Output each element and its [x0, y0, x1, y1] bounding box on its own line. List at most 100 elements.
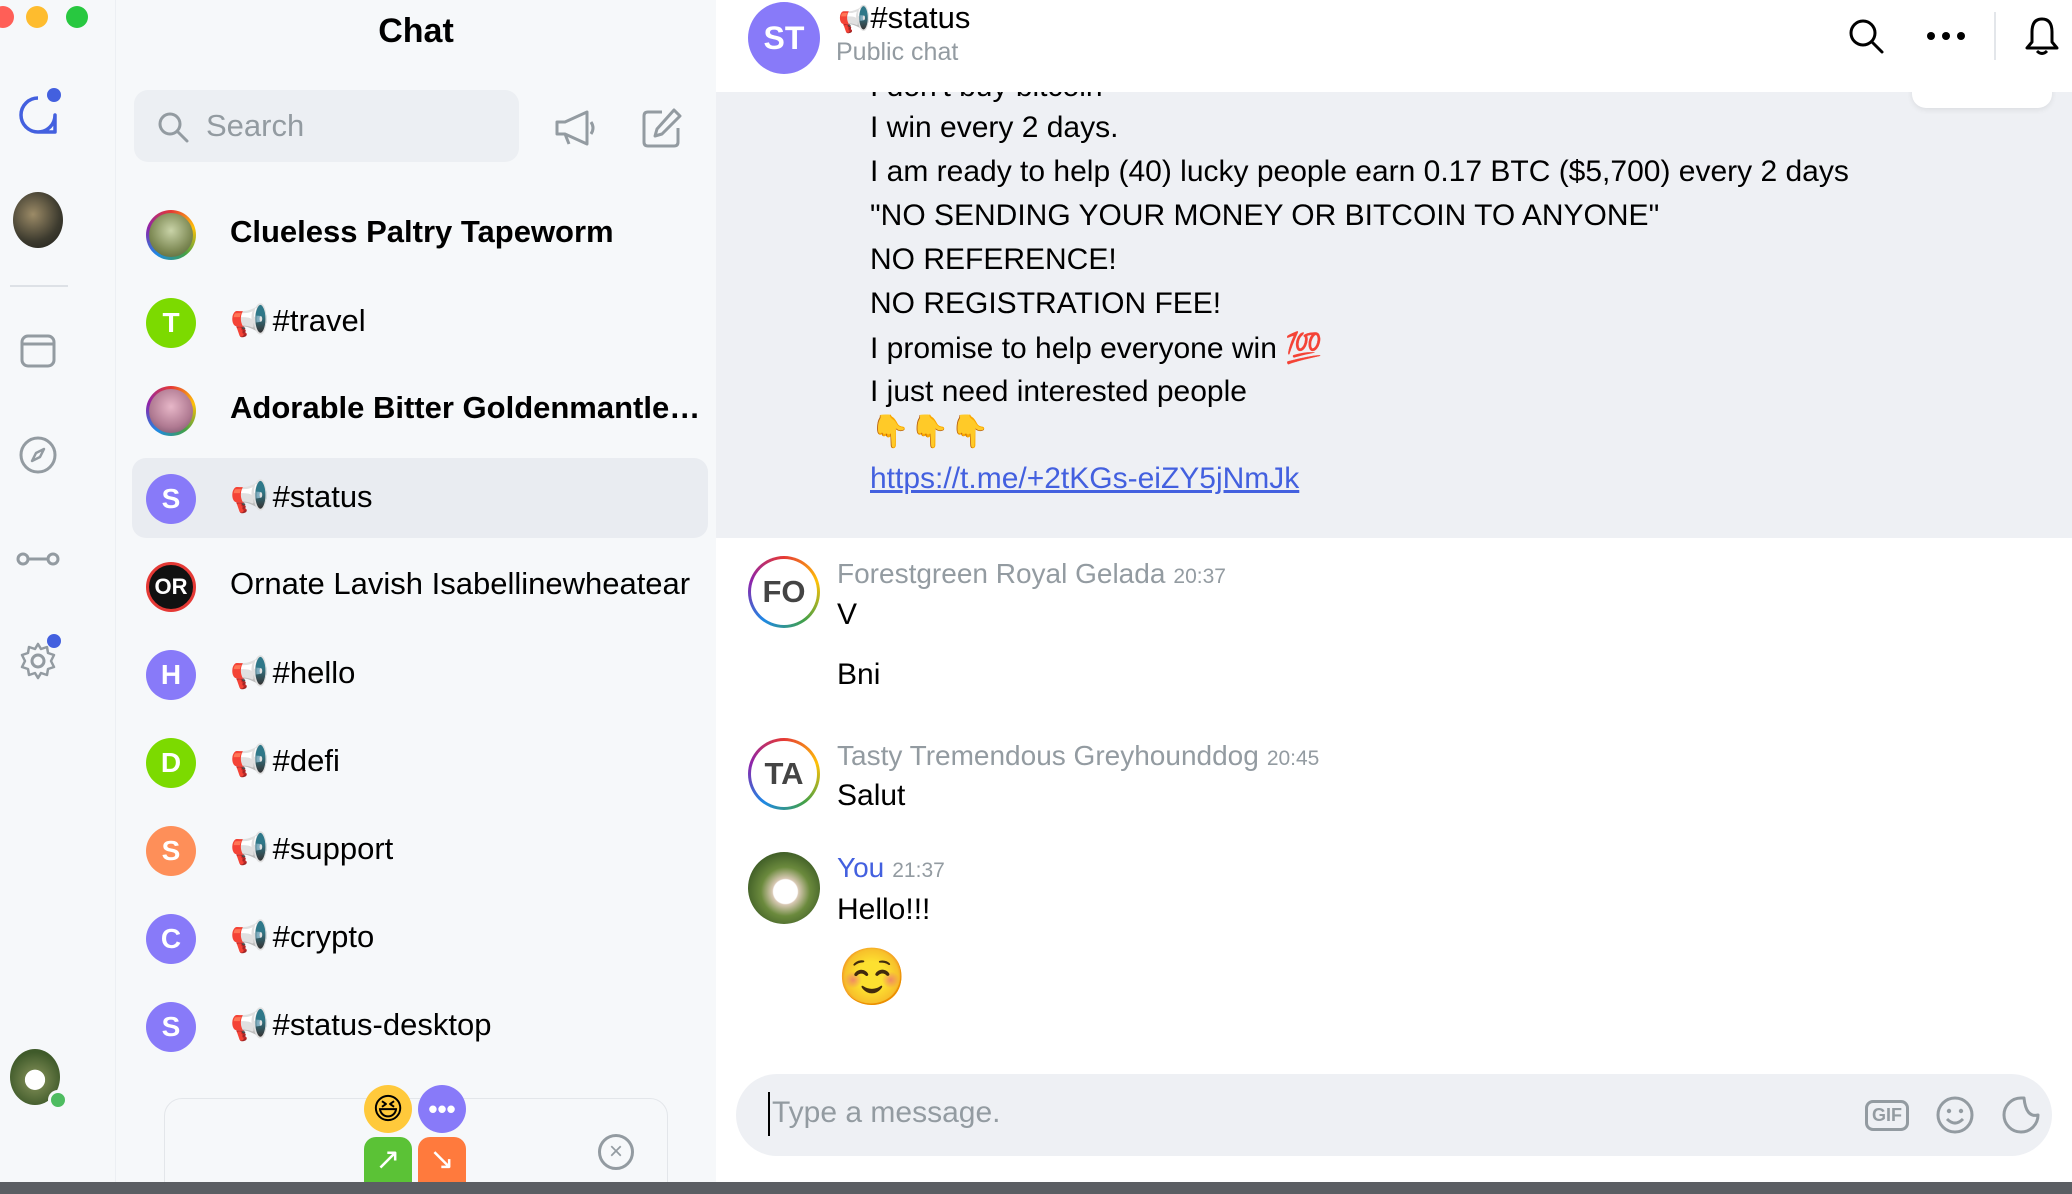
message-line: "NO SENDING YOUR MONEY OR BITCOIN TO ANY… — [870, 199, 1660, 232]
megaphone-icon[interactable] — [548, 100, 604, 156]
message-input[interactable]: Type a message. GIF — [736, 1074, 2052, 1156]
app-rail — [0, 0, 116, 1182]
chat-item-clueless-paltry-tapeworm[interactable]: Clueless Paltry Tapeworm — [132, 194, 708, 274]
bell-icon[interactable] — [2018, 12, 2066, 60]
avatar-initials: TA — [751, 741, 817, 807]
megaphone-icon: 📢 — [230, 1007, 269, 1042]
chat-item-label-wrap: 📢 #support — [230, 830, 393, 867]
channel-avatar[interactable]: ST — [748, 2, 820, 74]
chat-item-label: #travel — [272, 303, 366, 338]
header-divider — [1994, 12, 1996, 60]
channel-title[interactable]: #status — [870, 0, 970, 35]
community-avatar[interactable] — [13, 192, 63, 248]
sender-name[interactable]: You — [837, 852, 884, 883]
chat-view: I don't buy bitcoin I win every 2 days. … — [716, 0, 2072, 1182]
chat-item-label: #crypto — [272, 919, 375, 954]
chat-item-label-wrap: 📢 #status-desktop — [230, 1006, 491, 1043]
chat-item-label: #support — [272, 831, 394, 866]
search-input[interactable]: Search — [134, 90, 519, 162]
more-options-icon[interactable] — [1922, 12, 1970, 60]
message-line: NO REGISTRATION FEE! — [870, 287, 1222, 320]
message-text: Hello!!! — [837, 893, 931, 926]
chat-list-panel: Chat Search Clueless Paltry Tapeworm T 📢… — [116, 0, 716, 1194]
chat-item-label: #status — [272, 479, 373, 514]
message-header: Tasty Tremendous Greyhounddog 20:45 — [837, 740, 1319, 772]
sender-name[interactable]: Forestgreen Royal Gelada — [837, 558, 1165, 589]
sender-avatar[interactable]: TA — [748, 738, 820, 810]
message-line: NO REFERENCE! — [870, 243, 1117, 276]
highlighted-message: I don't buy bitcoin I win every 2 days. … — [716, 92, 2072, 538]
close-window-button[interactable] — [0, 6, 14, 28]
channel-avatar: T — [146, 298, 196, 348]
maximize-window-button[interactable] — [66, 6, 88, 28]
chat-item-crypto[interactable]: C 📢 #crypto — [132, 898, 708, 978]
message-time: 21:37 — [892, 859, 945, 882]
emoji-icon[interactable] — [1932, 1092, 1978, 1138]
megaphone-icon: 📢 — [230, 831, 269, 866]
channel-avatar: C — [146, 914, 196, 964]
sender-avatar[interactable] — [748, 852, 820, 924]
sticker-icon[interactable] — [1998, 1092, 2044, 1138]
message-link[interactable]: https://t.me/+2tKGs-eiZY5jNmJk — [870, 462, 1299, 496]
online-status-indicator — [48, 1090, 68, 1110]
megaphone-icon: 📢 — [230, 479, 269, 514]
chat-item-ornate-lavish[interactable]: OR Ornate Lavish Isabellinewheatear — [132, 546, 708, 626]
message-text: V — [837, 598, 858, 631]
wallet-icon[interactable] — [13, 325, 63, 375]
message-partial-line: I don't buy bitcoin — [870, 92, 1103, 104]
chat-item-support[interactable]: S 📢 #support — [132, 810, 708, 890]
channel-subtitle: Public chat — [836, 38, 959, 66]
gif-icon[interactable]: GIF — [1864, 1092, 1910, 1138]
user-avatar: OR — [146, 562, 196, 612]
channel-title-wrap: 📢#status — [838, 0, 970, 36]
sender-avatar[interactable]: FO — [748, 556, 820, 628]
search-icon[interactable] — [1842, 12, 1890, 60]
message-input-placeholder: Type a message. — [772, 1096, 1001, 1129]
search-icon — [158, 112, 189, 143]
close-icon[interactable]: × — [598, 1134, 634, 1170]
keycard-icon[interactable] — [13, 534, 63, 584]
rail-divider — [10, 285, 68, 287]
pointing-down-emoji: 👇👇👇 — [870, 413, 990, 449]
chat-item-label: #status-desktop — [272, 1007, 492, 1042]
message-time: 20:37 — [1173, 565, 1226, 588]
chat-item-travel[interactable]: T 📢 #travel — [132, 282, 708, 362]
chat-item-defi[interactable]: D 📢 #defi — [132, 722, 708, 802]
megaphone-icon: 📢 — [838, 4, 871, 34]
message-text: Salut — [837, 779, 906, 812]
chat-item-label: Adorable Bitter Goldenmantled... — [230, 390, 708, 425]
new-chat-icon[interactable] — [634, 100, 690, 156]
message-line: I promise to help everyone win 💯 — [870, 332, 1323, 365]
minimize-window-button[interactable] — [26, 6, 48, 28]
profile-avatar[interactable] — [10, 1049, 68, 1110]
user-avatar — [146, 210, 196, 260]
search-placeholder: Search — [206, 108, 305, 143]
chat-item-label: #hello — [272, 655, 356, 690]
megaphone-icon: 📢 — [230, 655, 269, 690]
chat-item-hello[interactable]: H 📢 #hello — [132, 634, 708, 714]
chat-item-status-desktop[interactable]: S 📢 #status-desktop — [132, 986, 708, 1066]
text-caret — [768, 1092, 770, 1136]
message-line: I am ready to help (40) lucky people ear… — [870, 155, 1849, 188]
chat-icon[interactable] — [13, 88, 63, 140]
sender-name[interactable]: Tasty Tremendous Greyhounddog — [837, 740, 1259, 771]
chat-item-label-wrap: 📢 #hello — [230, 654, 355, 691]
chat-item-label-wrap: 📢 #status — [230, 478, 373, 515]
message-line: I win every 2 days. — [870, 111, 1119, 144]
megaphone-icon: 📢 — [230, 743, 269, 778]
channel-avatar: H — [146, 650, 196, 700]
message-header: Forestgreen Royal Gelada 20:37 — [837, 558, 1226, 590]
chat-item-label-wrap: 📢 #travel — [230, 302, 366, 339]
chat-item-label: Clueless Paltry Tapeworm — [230, 214, 614, 249]
channel-avatar: S — [146, 474, 196, 524]
message-line: I just need interested people — [870, 375, 1247, 408]
chat-item-adorable-bitter[interactable]: Adorable Bitter Goldenmantled... — [132, 370, 708, 450]
browser-icon[interactable] — [13, 430, 63, 480]
smiling-emoji: ☺️ — [837, 945, 907, 1008]
megaphone-icon: 📢 — [230, 919, 269, 954]
chat-item-label: Ornate Lavish Isabellinewheatear — [230, 566, 691, 601]
channel-avatar: S — [146, 826, 196, 876]
settings-icon[interactable] — [13, 634, 63, 686]
window-bottom-edge — [0, 1182, 2072, 1194]
chat-item-status[interactable]: S 📢 #status — [132, 458, 708, 538]
